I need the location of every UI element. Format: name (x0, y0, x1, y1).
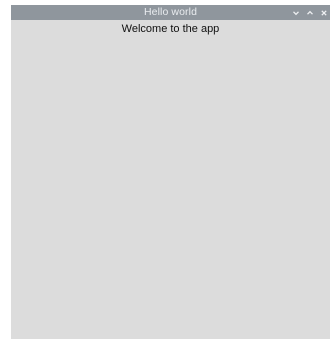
app-window: Hello world Welcome to the app (11, 5, 330, 339)
welcome-label: Welcome to the app (121, 23, 220, 35)
maximize-icon[interactable] (305, 7, 314, 18)
close-icon[interactable] (319, 7, 328, 18)
minimize-icon[interactable] (291, 7, 300, 18)
title-bar[interactable]: Hello world (11, 5, 330, 20)
window-controls (291, 5, 328, 20)
window-title: Hello world (143, 6, 198, 18)
window-content: Welcome to the app (11, 20, 330, 339)
